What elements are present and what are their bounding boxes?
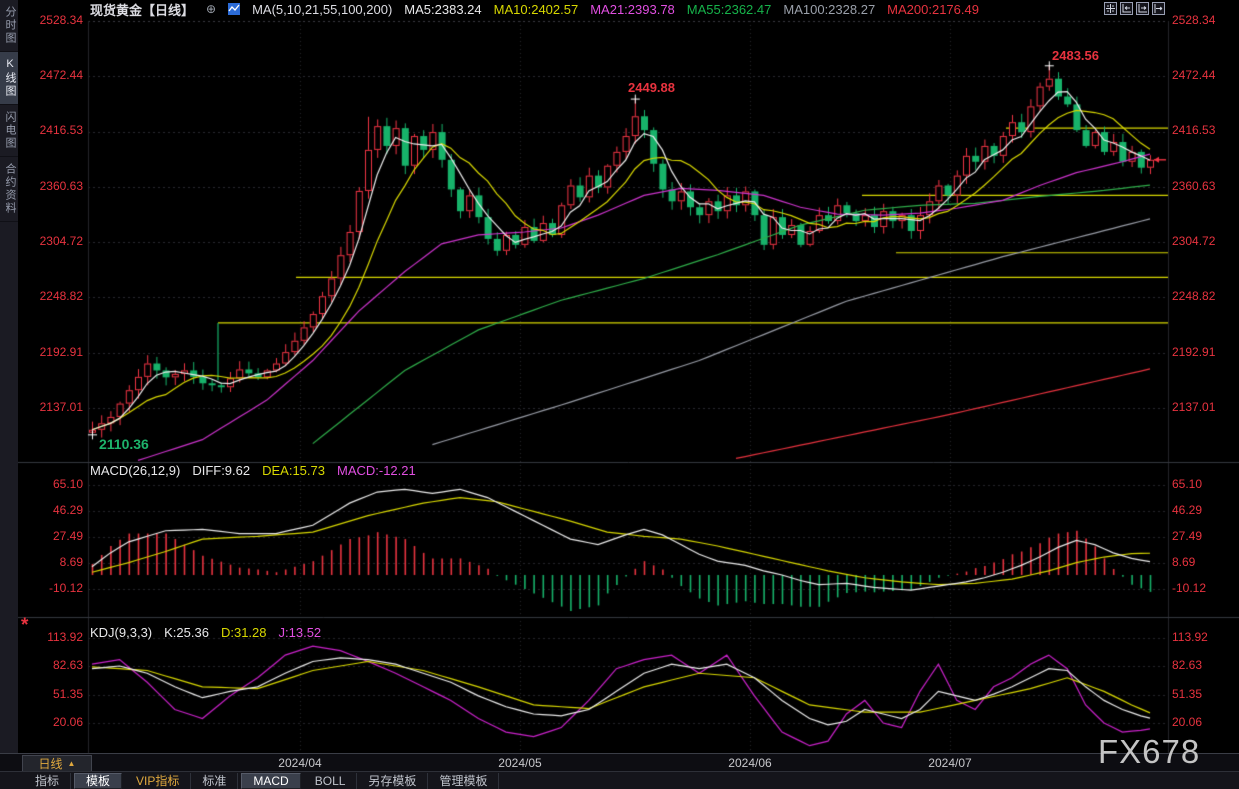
price-label-left: 2416.53 (21, 123, 83, 137)
macd-label-right: 27.49 (1172, 529, 1234, 543)
chart-type-icon[interactable] (228, 3, 240, 15)
kdj-label-left: 82.63 (21, 658, 83, 672)
price-label-right: 2248.82 (1172, 289, 1234, 303)
price-label-left: 2472.44 (21, 68, 83, 82)
price-label-right: 2137.01 (1172, 400, 1234, 414)
ma10-value: MA10:2402.57 (494, 2, 579, 17)
price-label-right: 2472.44 (1172, 68, 1234, 82)
date-label: 2024/07 (915, 756, 985, 770)
macd-label-right: 65.10 (1172, 477, 1234, 491)
indicator-star-icon[interactable]: * (21, 615, 28, 637)
high-annotation: 2449.88 (628, 80, 675, 95)
price-label-left: 2360.63 (21, 179, 83, 193)
ma21-value: MA21:2393.78 (590, 2, 675, 17)
period-selector[interactable]: 日线 ▲ (22, 755, 92, 772)
time-axis: 日线 ▲ 2024/04 2024/05 2024/06 2024/07 (0, 753, 1239, 771)
chart-canvas[interactable] (18, 0, 1239, 771)
ma200-value: MA200:2176.49 (887, 2, 979, 17)
price-label-left: 2304.72 (21, 234, 83, 248)
price-label-left: 2192.91 (21, 345, 83, 359)
date-label: 2024/06 (715, 756, 785, 770)
macd-dea-value: DEA:15.73 (262, 463, 325, 478)
price-label-left: 2137.01 (21, 400, 83, 414)
ma55-value: MA55:2362.47 (687, 2, 772, 17)
toolbar-item-manage-template[interactable]: 管理模板 (428, 773, 499, 789)
price-label-right: 2304.72 (1172, 234, 1234, 248)
macd-label-right: -10.12 (1172, 581, 1234, 595)
toolbar-item-save-template[interactable]: 另存模板 (357, 773, 428, 789)
macd-label-left: 46.29 (21, 503, 83, 517)
price-label-right: 2360.63 (1172, 179, 1234, 193)
toolbar-item-vip-indicators[interactable]: VIP指标 (125, 773, 191, 789)
macd-label-right: 46.29 (1172, 503, 1234, 517)
toolbar-item-macd[interactable]: MACD (241, 773, 300, 789)
chevron-up-icon: ▲ (68, 759, 76, 768)
scale-right-icon[interactable] (1136, 2, 1149, 15)
period-label: 日线 (39, 755, 63, 772)
kdj-d-value: D:31.28 (221, 625, 267, 640)
sidebar-tab-kline[interactable]: K线图 (0, 52, 18, 105)
macd-label-left: 8.69 (21, 555, 83, 569)
toolbar-item-standard[interactable]: 标准 (191, 773, 238, 789)
kdj-label-right: 82.63 (1172, 658, 1234, 672)
high-annotation: 2483.56 (1052, 48, 1099, 63)
ma100-value: MA100:2328.27 (783, 2, 875, 17)
toolbar-item-boll[interactable]: BOLL (304, 773, 358, 789)
price-label-right: 2416.53 (1172, 123, 1234, 137)
macd-label-left: 65.10 (21, 477, 83, 491)
macd-value: MACD:-12.21 (337, 463, 416, 478)
low-annotation: 2110.36 (99, 436, 149, 452)
kdj-k-value: K:25.36 (164, 625, 209, 640)
pan-icon[interactable] (1104, 2, 1117, 15)
macd-diff-value: DIFF:9.62 (192, 463, 250, 478)
fx678-watermark: FX678 (1098, 733, 1200, 771)
macd-header: MACD(26,12,9) DIFF:9.62 DEA:15.73 MACD:-… (90, 463, 416, 478)
chart-header: 现货黄金【日线】 ⊕ MA(5,10,21,55,100,200) MA5:23… (18, 0, 1239, 18)
kdj-label-right: 20.06 (1172, 715, 1234, 729)
kdj-label-right: 113.92 (1172, 630, 1234, 644)
macd-label-left: 27.49 (21, 529, 83, 543)
toolbar-item-indicators[interactable]: 指标 (24, 773, 71, 789)
macd-label-right: 8.69 (1172, 555, 1234, 569)
macd-name: MACD(26,12,9) (90, 463, 180, 478)
ma-caption: MA(5,10,21,55,100,200) (252, 2, 392, 17)
price-label-right: 2192.91 (1172, 345, 1234, 359)
sidebar-tab-contract-info[interactable]: 合约资料 (0, 157, 18, 222)
kdj-label-left: 51.35 (21, 687, 83, 701)
price-label-left: 2248.82 (21, 289, 83, 303)
kdj-label-left: 113.92 (21, 630, 83, 644)
sidebar-tab-lightning[interactable]: 闪电图 (0, 105, 18, 157)
shift-right-icon[interactable] (1152, 2, 1165, 15)
date-label: 2024/05 (485, 756, 555, 770)
add-compare-icon[interactable]: ⊕ (206, 2, 216, 16)
ma5-value: MA5:2383.24 (404, 2, 481, 17)
window-icons (1104, 2, 1165, 15)
kdj-label-left: 20.06 (21, 715, 83, 729)
sidebar-tab-timeshare[interactable]: 分时图 (0, 0, 18, 52)
symbol-title: 现货黄金【日线】 (90, 0, 194, 19)
kdj-label-right: 51.35 (1172, 687, 1234, 701)
trading-app-window: { "sidebar": { "tabs": [ {"label": "分时图"… (0, 0, 1239, 789)
toolbar-item-template[interactable]: 模板 (74, 773, 122, 789)
date-label: 2024/04 (265, 756, 335, 770)
kdj-header: KDJ(9,3,3) K:25.36 D:31.28 J:13.52 (90, 625, 321, 640)
side-rail: 分时图 K线图 闪电图 合约资料 (0, 0, 18, 753)
bottom-toolbar: 指标 模板 VIP指标 标准 MACD BOLL 另存模板 管理模板 (0, 771, 1239, 789)
kdj-name: KDJ(9,3,3) (90, 625, 152, 640)
scale-left-icon[interactable] (1120, 2, 1133, 15)
macd-label-left: -10.12 (21, 581, 83, 595)
kdj-j-value: J:13.52 (279, 625, 322, 640)
